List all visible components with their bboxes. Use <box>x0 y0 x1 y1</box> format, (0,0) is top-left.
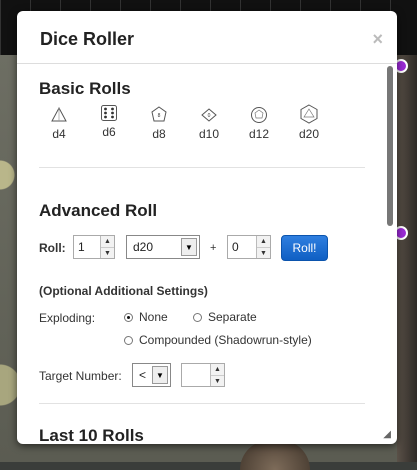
target-operator-select[interactable]: < ▼ <box>132 363 171 387</box>
dice-count-value: 1 <box>78 240 85 254</box>
chevron-down-icon: ▼ <box>181 238 197 256</box>
die-label: d8 <box>152 127 166 141</box>
modifier-stepper[interactable]: 0 ▲ ▼ <box>227 235 271 259</box>
exploding-option-compounded[interactable]: Compounded (Shadowrun-style) <box>124 333 312 347</box>
die-type-value: d20 <box>133 240 154 254</box>
die-button-d20[interactable]: d20 <box>294 104 324 141</box>
exploding-label: Exploding: <box>39 311 96 325</box>
d4-icon <box>51 106 67 122</box>
die-button-d4[interactable]: d4 <box>44 106 74 141</box>
stepper-down-icon[interactable]: ▼ <box>101 248 114 259</box>
target-number-stepper[interactable]: ▲ ▼ <box>181 363 225 387</box>
die-label: d6 <box>102 125 116 139</box>
d20-icon <box>300 104 318 124</box>
die-button-d6[interactable]: d6 <box>94 104 124 139</box>
stepper-arrows[interactable]: ▲ ▼ <box>210 364 224 386</box>
stepper-arrows[interactable]: ▲ ▼ <box>256 236 270 258</box>
close-icon[interactable]: × <box>372 29 383 50</box>
stepper-up-icon[interactable]: ▲ <box>101 236 114 248</box>
die-label: d4 <box>52 127 66 141</box>
die-label: d12 <box>248 127 270 141</box>
stepper-up-icon[interactable]: ▲ <box>211 364 224 376</box>
target-operator-value: < <box>139 368 147 382</box>
d6-icon <box>101 105 117 121</box>
section-divider <box>39 167 365 168</box>
advanced-roll-heading: Advanced Roll <box>39 201 158 220</box>
exploding-option-none[interactable]: None <box>124 310 168 324</box>
die-label: d20 <box>298 127 320 141</box>
stepper-down-icon[interactable]: ▼ <box>257 248 270 259</box>
target-number-label: Target Number: <box>39 369 122 383</box>
dice-count-stepper[interactable]: 1 ▲ ▼ <box>73 235 115 259</box>
optional-settings-heading: (Optional Additional Settings) <box>39 284 208 298</box>
d12-icon <box>251 107 267 123</box>
dice-roller-dialog: Dice Roller × Basic Rolls d4 d6 8 d8 0 d… <box>17 11 397 444</box>
plus-sign: + <box>210 242 217 254</box>
resize-handle-icon[interactable]: ◢ <box>383 429 391 440</box>
d8-icon: 8 <box>151 106 167 122</box>
svg-text:8: 8 <box>158 113 161 119</box>
map-edge <box>397 55 417 462</box>
basic-rolls-heading: Basic Rolls <box>39 79 131 98</box>
stepper-arrows[interactable]: ▲ ▼ <box>100 236 114 258</box>
last-rolls-heading: Last 10 Rolls <box>39 426 144 444</box>
dialog-content: Basic Rolls d4 d6 8 d8 0 d10 d12 d20 Adv… <box>17 64 397 444</box>
radio-icon[interactable] <box>124 335 133 345</box>
radio-icon[interactable] <box>124 312 133 322</box>
roll-button[interactable]: Roll! <box>281 235 328 261</box>
stepper-down-icon[interactable]: ▼ <box>211 376 224 387</box>
roll-label: Roll: <box>39 241 66 255</box>
dialog-titlebar[interactable]: Dice Roller × <box>17 11 397 64</box>
die-button-d12[interactable]: d12 <box>244 106 274 141</box>
dialog-scrollbar[interactable] <box>387 66 393 226</box>
radio-label: Separate <box>208 310 257 324</box>
radio-label: Compounded (Shadowrun-style) <box>139 333 312 347</box>
section-divider <box>39 403 365 404</box>
die-type-select[interactable]: d20 ▼ <box>126 235 200 259</box>
die-label: d10 <box>198 127 220 141</box>
die-button-d10[interactable]: 0 d10 <box>194 106 224 141</box>
modifier-value: 0 <box>232 240 239 254</box>
stepper-up-icon[interactable]: ▲ <box>257 236 270 248</box>
die-button-d8[interactable]: 8 d8 <box>144 106 174 141</box>
exploding-option-separate[interactable]: Separate <box>193 310 257 324</box>
dialog-title: Dice Roller <box>40 29 135 49</box>
radio-icon[interactable] <box>193 312 202 322</box>
chevron-down-icon: ▼ <box>152 366 168 384</box>
svg-text:0: 0 <box>208 113 211 119</box>
radio-label: None <box>139 310 168 324</box>
d10-icon: 0 <box>201 108 217 122</box>
